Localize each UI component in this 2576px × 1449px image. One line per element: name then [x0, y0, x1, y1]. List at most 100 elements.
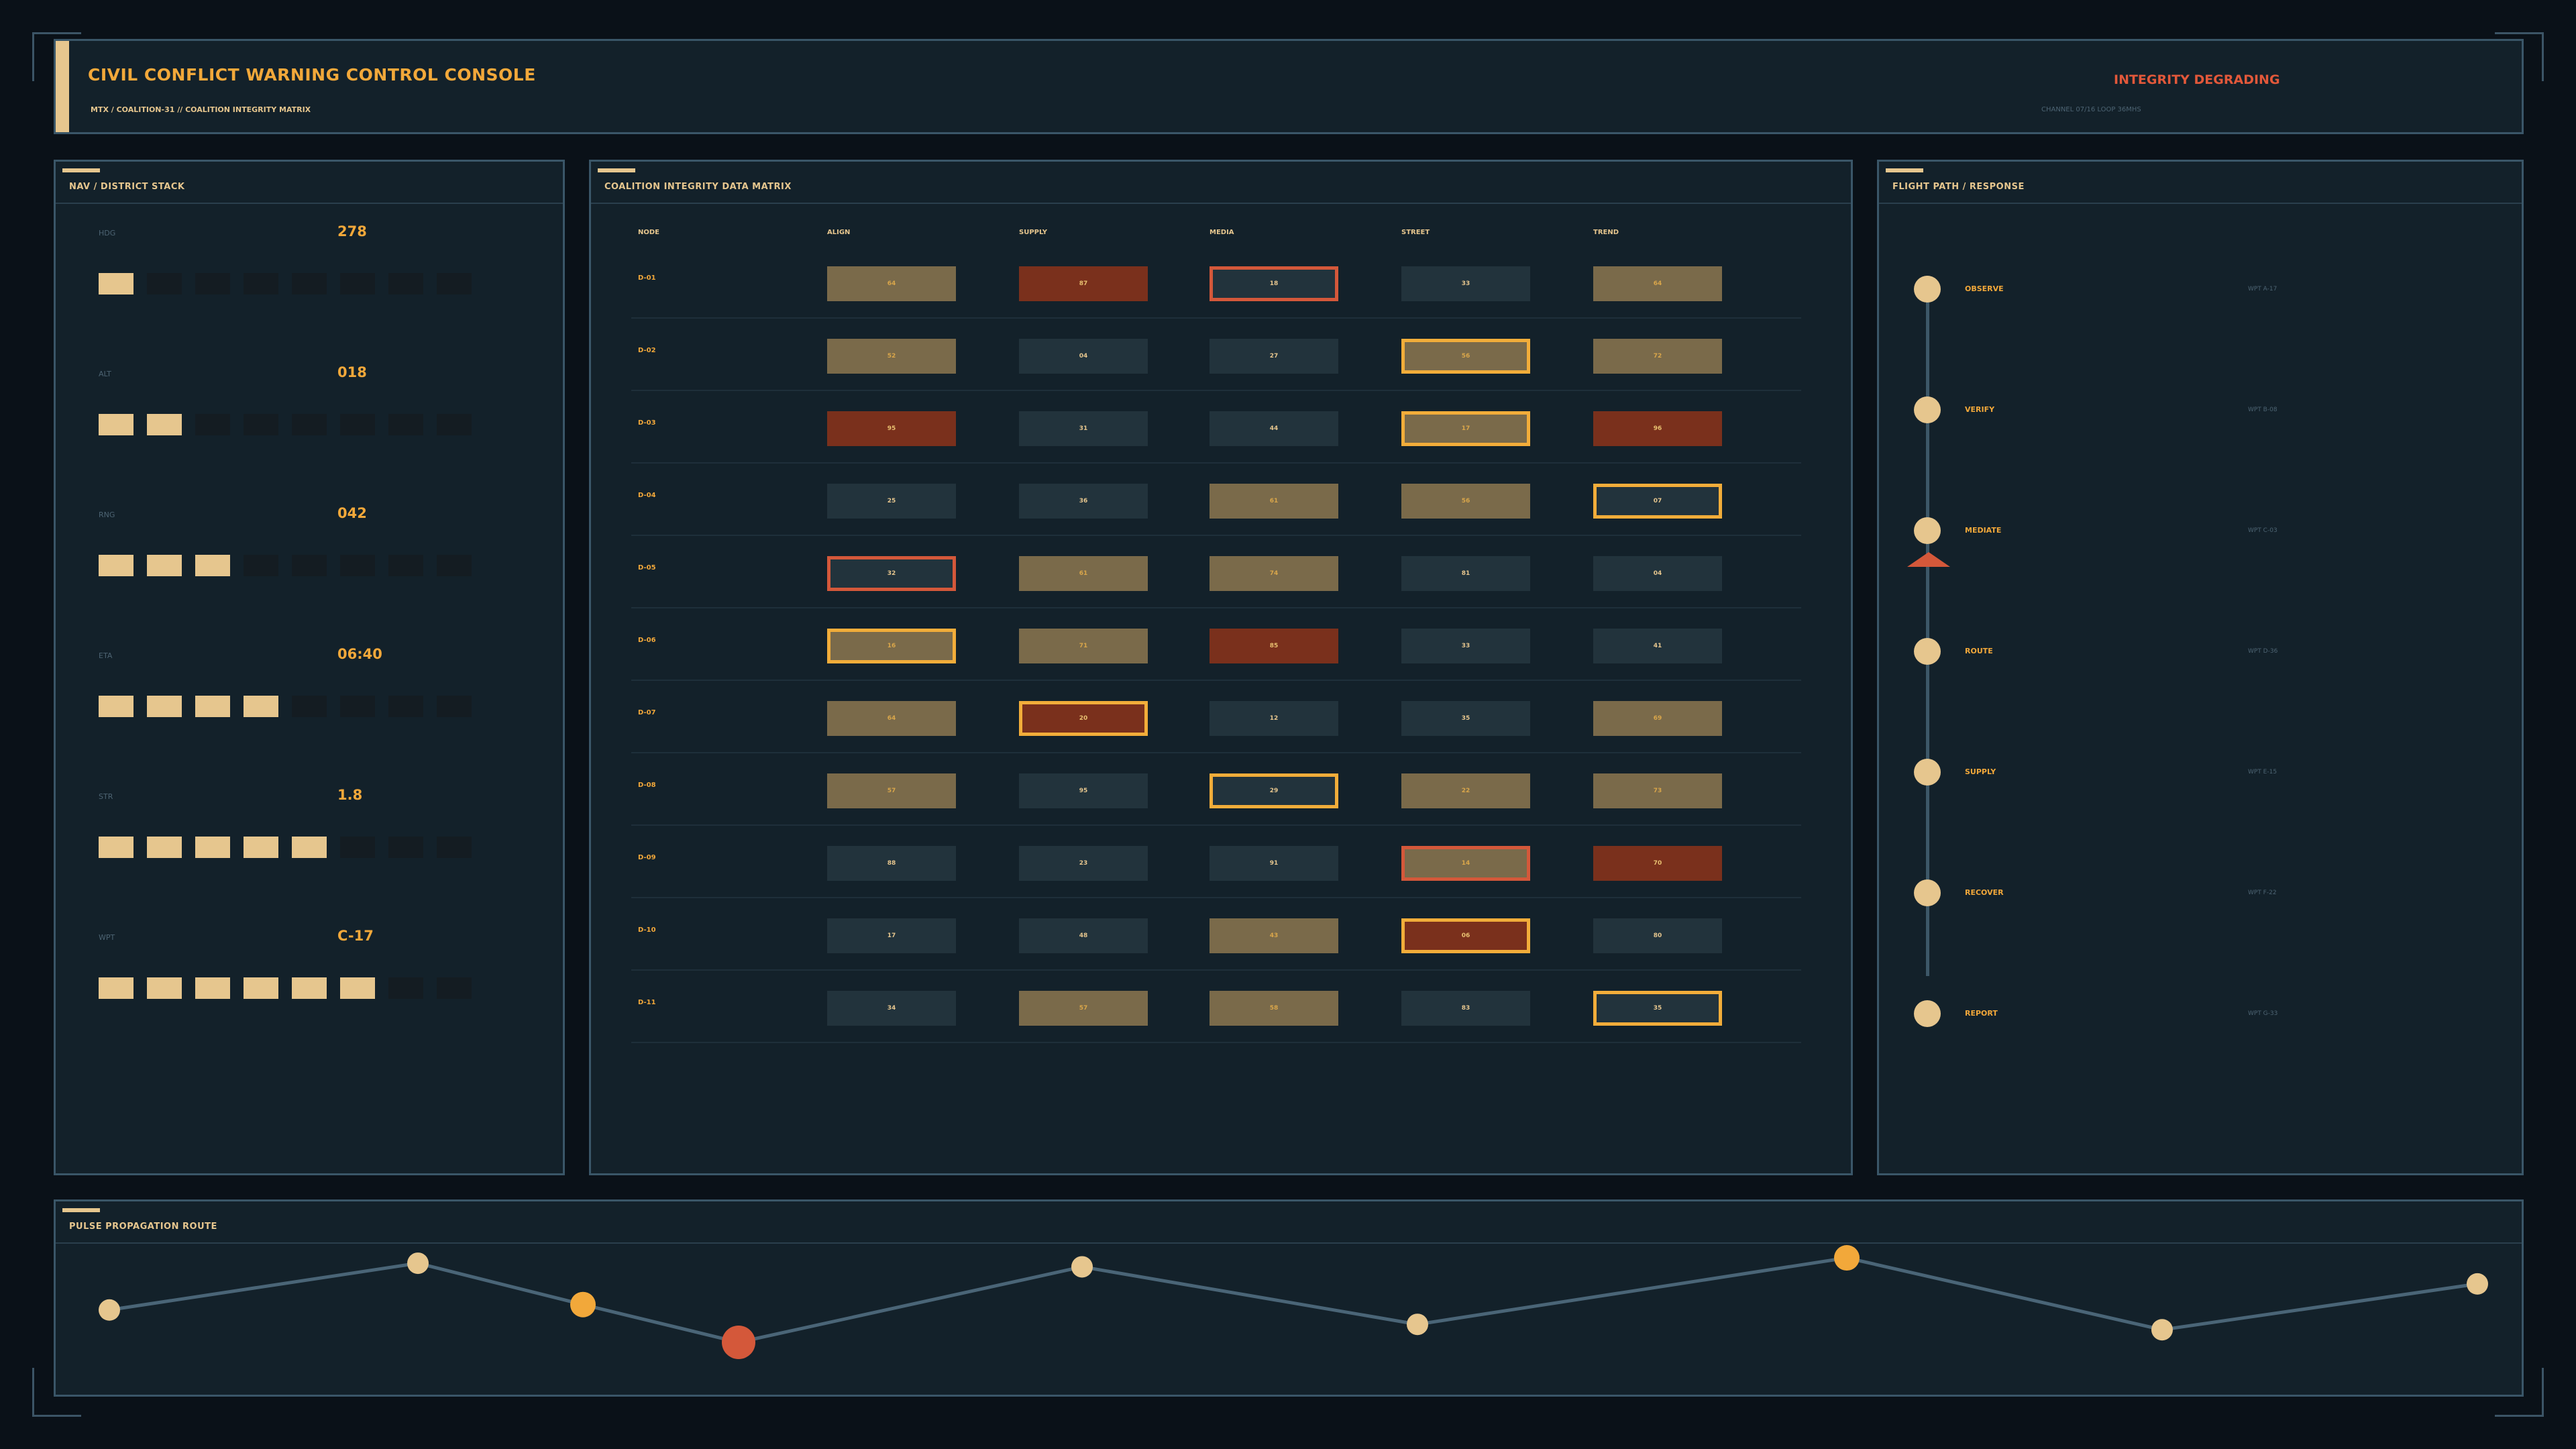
panel-title: FLIGHT PATH / RESPONSE: [1892, 182, 2025, 192]
matrix-cell[interactable]: 56: [1401, 484, 1530, 519]
level-block: [147, 977, 182, 999]
matrix-cell[interactable]: 35: [1593, 991, 1722, 1026]
matrix-cell[interactable]: 04: [1019, 339, 1148, 374]
matrix-cell[interactable]: 64: [827, 266, 956, 301]
pulse-node[interactable]: [570, 1291, 596, 1318]
matrix-column-header: SUPPLY: [1019, 229, 1048, 236]
nav-row-value: 06:40: [337, 646, 382, 662]
matrix-cell[interactable]: 18: [1210, 266, 1338, 301]
matrix-cell[interactable]: 36: [1019, 484, 1148, 519]
matrix-cell[interactable]: 70: [1593, 846, 1722, 881]
pulse-node[interactable]: [1834, 1245, 1860, 1271]
matrix-row-id: D-05: [638, 564, 656, 572]
matrix-cell[interactable]: 87: [1019, 266, 1148, 301]
matrix-cell[interactable]: 31: [1019, 411, 1148, 446]
matrix-cell[interactable]: 07: [1593, 484, 1722, 519]
matrix-row: D-08 57 95 29 22 73: [631, 752, 1801, 826]
matrix-row-id: D-09: [638, 854, 656, 861]
matrix-cell[interactable]: 27: [1210, 339, 1338, 374]
matrix-cell[interactable]: 14: [1401, 846, 1530, 881]
pulse-node[interactable]: [722, 1326, 755, 1359]
matrix-cell[interactable]: 61: [1210, 484, 1338, 519]
matrix-cell[interactable]: 81: [1401, 556, 1530, 591]
flight-node[interactable]: [1914, 879, 1941, 906]
flight-node[interactable]: [1914, 276, 1941, 303]
matrix-cell[interactable]: 73: [1593, 773, 1722, 808]
matrix-cell[interactable]: 96: [1593, 411, 1722, 446]
matrix-cell[interactable]: 64: [827, 701, 956, 736]
flight-node[interactable]: [1914, 517, 1941, 544]
matrix-cell[interactable]: 58: [1210, 991, 1338, 1026]
flight-node[interactable]: [1914, 759, 1941, 786]
matrix-cell[interactable]: 83: [1401, 991, 1530, 1026]
matrix-cell[interactable]: 04: [1593, 556, 1722, 591]
matrix-cell[interactable]: 43: [1210, 918, 1338, 953]
matrix-cell[interactable]: 16: [827, 629, 956, 663]
matrix-row-id: D-11: [638, 999, 656, 1006]
flight-waypoint: WPT F-22: [2248, 890, 2277, 896]
level-block: [292, 977, 327, 999]
matrix-cell[interactable]: 57: [827, 773, 956, 808]
matrix-cell[interactable]: 25: [827, 484, 956, 519]
level-block: [99, 414, 133, 435]
matrix-cell[interactable]: 20: [1019, 701, 1148, 736]
matrix-cell[interactable]: 41: [1593, 629, 1722, 663]
flight-step-label: VERIFY: [1965, 405, 1995, 414]
matrix-cell[interactable]: 29: [1210, 773, 1338, 808]
matrix-cell[interactable]: 52: [827, 339, 956, 374]
pulse-node[interactable]: [1407, 1313, 1428, 1336]
matrix-cell[interactable]: 35: [1401, 701, 1530, 736]
matrix-cell[interactable]: 57: [1019, 991, 1148, 1026]
matrix-cell[interactable]: 56: [1401, 339, 1530, 374]
level-block: [340, 273, 375, 294]
matrix-cell[interactable]: 44: [1210, 411, 1338, 446]
flight-waypoint: WPT B-08: [2248, 407, 2277, 413]
matrix-cell[interactable]: 33: [1401, 266, 1530, 301]
nav-row-value: 278: [337, 223, 367, 239]
pulse-node[interactable]: [2151, 1319, 2173, 1341]
matrix-cell[interactable]: 23: [1019, 846, 1148, 881]
flight-waypoint: WPT E-15: [2248, 769, 2277, 775]
matrix-cell[interactable]: 12: [1210, 701, 1338, 736]
matrix-cell[interactable]: 32: [827, 556, 956, 591]
pulse-node[interactable]: [407, 1252, 429, 1275]
level-block: [244, 273, 278, 294]
matrix-cell[interactable]: 95: [1019, 773, 1148, 808]
pulse-node[interactable]: [2467, 1273, 2488, 1295]
level-block: [147, 414, 182, 435]
matrix-cell[interactable]: 33: [1401, 629, 1530, 663]
pulse-node[interactable]: [99, 1299, 120, 1321]
flight-node[interactable]: [1914, 396, 1941, 423]
flight-step-label: MEDIATE: [1965, 526, 2002, 535]
level-block: [244, 414, 278, 435]
level-block: [99, 696, 133, 717]
level-meter: [99, 696, 472, 717]
matrix-cell[interactable]: 80: [1593, 918, 1722, 953]
matrix-cell[interactable]: 64: [1593, 266, 1722, 301]
level-meter: [99, 555, 472, 576]
matrix-cell[interactable]: 72: [1593, 339, 1722, 374]
matrix-cell[interactable]: 91: [1210, 846, 1338, 881]
matrix-cell[interactable]: 61: [1019, 556, 1148, 591]
matrix-cell[interactable]: 17: [1401, 411, 1530, 446]
matrix-row: D-01 64 87 18 33 64: [631, 245, 1801, 319]
matrix-cell[interactable]: 85: [1210, 629, 1338, 663]
nav-row: STR 1.8: [56, 787, 563, 933]
pulse-node[interactable]: [1071, 1256, 1093, 1278]
matrix-cell[interactable]: 71: [1019, 629, 1148, 663]
panel-divider: [1879, 203, 2522, 204]
flight-node[interactable]: [1914, 1000, 1941, 1027]
level-block: [437, 977, 472, 999]
matrix-cell[interactable]: 88: [827, 846, 956, 881]
matrix-cell[interactable]: 22: [1401, 773, 1530, 808]
matrix-cell[interactable]: 48: [1019, 918, 1148, 953]
matrix-cell[interactable]: 06: [1401, 918, 1530, 953]
level-meter: [99, 414, 472, 435]
matrix-cell[interactable]: 34: [827, 991, 956, 1026]
flight-node[interactable]: [1914, 638, 1941, 665]
matrix-cell[interactable]: 17: [827, 918, 956, 953]
matrix-cell[interactable]: 74: [1210, 556, 1338, 591]
level-block: [195, 837, 230, 858]
matrix-cell[interactable]: 95: [827, 411, 956, 446]
matrix-cell[interactable]: 69: [1593, 701, 1722, 736]
